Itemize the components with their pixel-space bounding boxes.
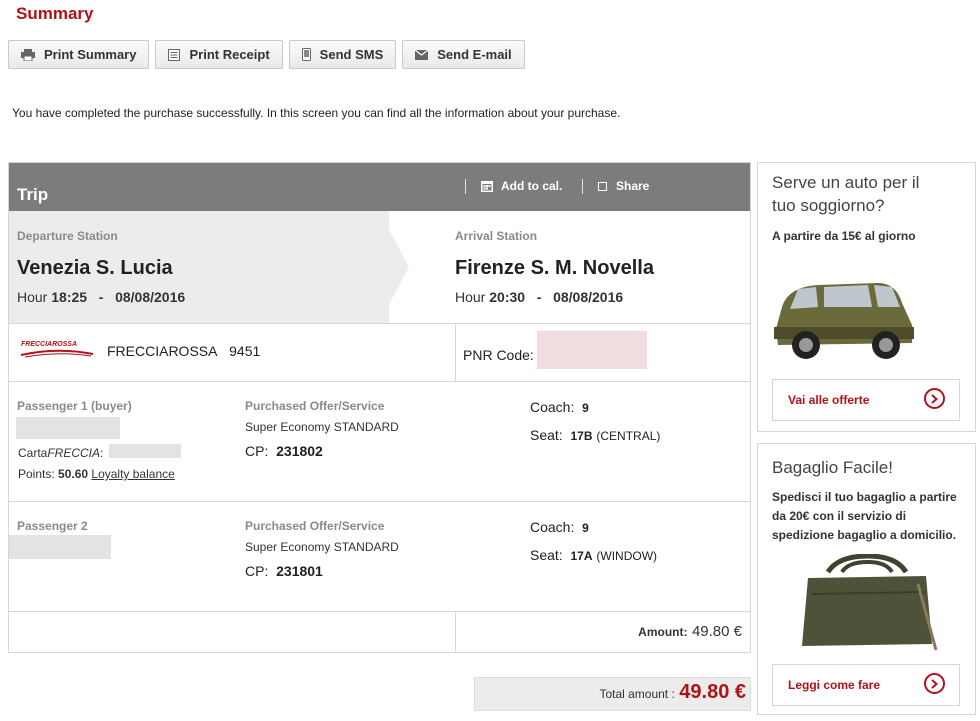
- passenger-1-coach: Coach: 9: [530, 399, 589, 415]
- card-number-redacted: [109, 444, 181, 458]
- luggage-ad: Bagaglio Facile! Spedisci il tuo bagagli…: [757, 443, 976, 715]
- passenger-2-coach: Coach: 9: [530, 519, 589, 535]
- arrival-label: Arrival Station: [455, 229, 538, 243]
- print-receipt-button[interactable]: Print Receipt: [155, 40, 283, 69]
- total-amount: Total amount : 49.80 €: [599, 681, 746, 704]
- total-amount-value: 49.80 €: [679, 681, 746, 703]
- car-offers-link-label: Vai alle offerte: [788, 393, 870, 407]
- send-email-label: Send E-mail: [437, 47, 512, 62]
- receipt-icon: [168, 48, 181, 61]
- total-amount-bar: Total amount : 49.80 €: [474, 677, 751, 711]
- trip-header: Trip Add to cal. Share: [9, 163, 750, 211]
- trip-panel: Trip Add to cal. Share Departure Station…: [8, 162, 751, 653]
- departure-date: 08/08/2016: [115, 289, 186, 305]
- train-info: FRECCIAROSSA 9451: [107, 343, 260, 359]
- logo-text: FRECCIAROSSA: [21, 341, 78, 348]
- arrival-hour: Hour 20:30 - 08/08/2016: [455, 289, 623, 305]
- passenger-2-name-redacted: [9, 535, 111, 559]
- passenger-2-offer-label: Purchased Offer/Service: [245, 519, 385, 533]
- divider: [9, 501, 750, 502]
- points-label: Points:: [18, 467, 55, 481]
- car-image: [768, 267, 918, 372]
- arrival-station: Firenze S. M. Novella: [455, 257, 654, 279]
- passenger-1-cp: CP: 231802: [245, 443, 323, 459]
- car-ad-title: Serve un auto per il tuo soggiorno?: [772, 173, 920, 215]
- envelope-icon: [415, 49, 429, 60]
- share-icon: [598, 181, 607, 191]
- passenger-2-offer: Super Economy STANDARD: [245, 540, 399, 554]
- share-button[interactable]: Share: [598, 179, 649, 193]
- add-to-calendar-button[interactable]: Add to cal.: [481, 179, 562, 193]
- arrow-right-icon: [924, 673, 945, 694]
- car-rental-ad: Serve un auto per il tuo soggiorno? A pa…: [757, 162, 976, 432]
- pnr-code-redacted: [537, 331, 647, 369]
- passenger-1-offer-label: Purchased Offer/Service: [245, 399, 385, 413]
- car-ad-subtitle: A partire da 15€ al giorno: [772, 229, 916, 243]
- luggage-how-to-link[interactable]: Leggi come fare: [772, 664, 960, 706]
- train-name: FRECCIAROSSA: [107, 343, 218, 359]
- passenger-2-seat: Seat: 17A (WINDOW): [530, 547, 658, 563]
- passenger-2-title: Passenger 2: [17, 519, 88, 533]
- divider: [582, 179, 583, 194]
- divider: [9, 611, 750, 612]
- pnr-label: PNR Code:: [463, 347, 534, 363]
- divider: [455, 611, 456, 652]
- departure-label: Departure Station: [17, 229, 118, 243]
- divider: [465, 179, 466, 194]
- luggage-link-label: Leggi come fare: [788, 678, 881, 692]
- amount-label: Amount:: [638, 625, 688, 639]
- share-label: Share: [616, 179, 650, 193]
- send-email-button[interactable]: Send E-mail: [402, 40, 525, 69]
- departure-hour: Hour 18:25 - 08/08/2016: [17, 289, 185, 305]
- passenger-1-offer: Super Economy STANDARD: [245, 420, 399, 434]
- printer-icon: [21, 48, 35, 61]
- calendar-icon: [481, 180, 493, 192]
- luggage-ad-text: Spedisci il tuo bagaglio a partire da 20…: [772, 490, 957, 542]
- passenger-1-seat: Seat: 17B (CENTRAL): [530, 427, 661, 443]
- hour-label: Hour: [17, 289, 48, 305]
- train-number: 9451: [229, 343, 261, 359]
- divider: [9, 323, 750, 324]
- frecciarossa-logo: FRECCIAROSSA: [19, 341, 95, 364]
- divider: [455, 323, 456, 381]
- add-to-calendar-label: Add to cal.: [501, 179, 563, 193]
- hour-label: Hour: [455, 289, 486, 305]
- departure-arrow: [379, 211, 409, 323]
- loyalty-balance-link[interactable]: Loyalty balance: [91, 467, 174, 481]
- car-offers-link[interactable]: Vai alle offerte: [772, 379, 960, 421]
- amount-value: 49.80 €: [691, 623, 742, 640]
- toolbar: Print Summary Print Receipt Send SMS Sen…: [8, 40, 525, 69]
- arrival-date: 08/08/2016: [553, 289, 624, 305]
- departure-time: 18:25: [51, 289, 88, 305]
- luggage-ad-title: Bagaglio Facile!: [772, 458, 893, 477]
- success-message: You have completed the purchase successf…: [12, 106, 621, 120]
- luggage-image: [798, 553, 938, 659]
- passenger-1-title: Passenger 1 (buyer): [17, 399, 132, 413]
- dash: -: [536, 289, 542, 305]
- passenger-2-cp: CP: 231801: [245, 563, 323, 579]
- points-value: 50.60: [58, 467, 89, 481]
- print-receipt-label: Print Receipt: [189, 47, 270, 62]
- amount-row: Amount: 49.80 €: [638, 623, 742, 641]
- send-sms-button[interactable]: Send SMS: [288, 40, 397, 69]
- divider: [9, 381, 750, 382]
- print-summary-button[interactable]: Print Summary: [8, 40, 150, 69]
- points: Points: 50.60 Loyalty balance: [18, 467, 175, 481]
- dash: -: [98, 289, 104, 305]
- arrow-right-icon: [924, 388, 945, 409]
- arrival-time: 20:30: [489, 289, 526, 305]
- passenger-1-name-redacted: [16, 417, 120, 439]
- departure-station: Venezia S. Lucia: [17, 257, 173, 279]
- send-sms-label: Send SMS: [319, 47, 384, 62]
- card-label: CartaFRECCIA:: [18, 446, 104, 460]
- trip-title: Trip: [17, 185, 49, 204]
- page-title: Summary: [16, 4, 94, 23]
- print-summary-label: Print Summary: [44, 47, 137, 62]
- phone-icon: [301, 48, 311, 61]
- total-amount-label: Total amount :: [599, 687, 675, 701]
